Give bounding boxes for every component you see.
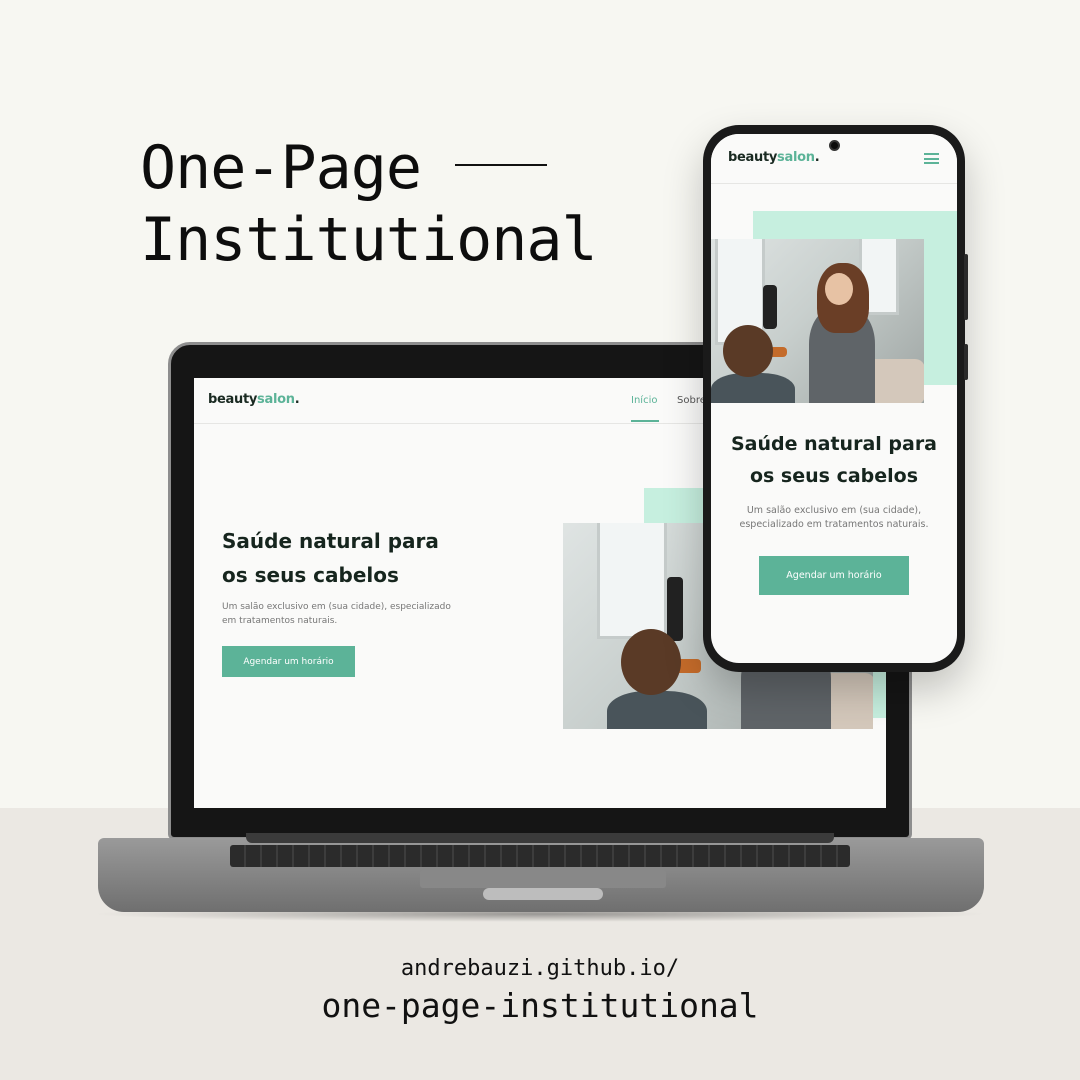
hero-subtitle-desktop: Um salão exclusivo em (sua cidade), espe…: [222, 600, 482, 628]
headline-line-1: One-Page: [140, 133, 422, 203]
logo-dot: .: [814, 150, 820, 165]
schedule-button-mobile[interactable]: Agendar um horário: [759, 556, 909, 595]
hero-title-mobile: Saúde natural para os seus cabelos: [711, 428, 957, 492]
hero-title-line-2: os seus cabelos: [222, 563, 399, 587]
phone-side-button: [964, 254, 968, 320]
hero-title-line-1: Saúde natural para: [222, 529, 439, 553]
site-logo-mobile[interactable]: beautysalon.: [728, 150, 820, 165]
photo-client-body: [711, 373, 795, 403]
photo-hair-dryer: [763, 285, 777, 329]
nav-item-sobre[interactable]: Sobre: [677, 395, 706, 406]
page-headline: One-Page Institutional: [140, 132, 598, 276]
photo-window: [597, 523, 667, 639]
front-camera-icon: [829, 140, 840, 151]
project-url-line-1: andrebauzi.github.io/: [400, 956, 680, 981]
hero-subtitle-mobile: Um salão exclusivo em (sua cidade), espe…: [711, 504, 957, 532]
laptop-touchpad: [420, 870, 666, 888]
hero-title-line-1: Saúde natural para: [730, 433, 938, 455]
photo-client-body: [607, 691, 707, 729]
hero-subtitle-line-2: especializado em tratamentos naturais.: [739, 519, 929, 530]
phone-screen: beautysalon. Saúde natural para os seus …: [711, 134, 957, 663]
hero-subtitle-line-1: Um salão exclusivo em (sua cidade), espe…: [222, 602, 451, 612]
laptop-notch: [483, 888, 603, 900]
laptop-keyboard: [230, 845, 850, 867]
hero-subtitle-line-2: em tratamentos naturais.: [222, 616, 338, 626]
logo-part-salon: salon: [777, 150, 815, 165]
logo-part-beauty: beauty: [728, 150, 778, 165]
headline-dash: [454, 164, 547, 167]
logo-dot: .: [294, 392, 300, 407]
logo-part-salon: salon: [257, 392, 295, 407]
hero-title-desktop: Saúde natural para os seus cabelos: [222, 524, 439, 592]
photo-hair-dryer: [667, 577, 683, 641]
photo-client-head: [621, 629, 681, 695]
hamburger-menu-icon[interactable]: [924, 153, 939, 164]
hero-photo-mobile: [711, 239, 924, 403]
nav-active-indicator: [631, 420, 659, 422]
laptop-hinge: [246, 833, 834, 843]
photo-stylist-face: [825, 273, 853, 305]
project-url-line-2: one-page-institutional: [321, 986, 759, 1025]
hero-subtitle-line-1: Um salão exclusivo em (sua cidade),: [746, 505, 922, 516]
schedule-button-desktop[interactable]: Agendar um horário: [222, 646, 355, 677]
site-logo-desktop[interactable]: beautysalon.: [208, 392, 300, 407]
headline-line-2: Institutional: [140, 205, 598, 275]
phone-power-button: [964, 344, 968, 380]
nav-item-inicio[interactable]: Início: [631, 395, 657, 406]
hero-title-line-2: os seus cabelos: [749, 465, 919, 487]
logo-part-beauty: beauty: [208, 392, 258, 407]
photo-client-head: [723, 325, 773, 377]
